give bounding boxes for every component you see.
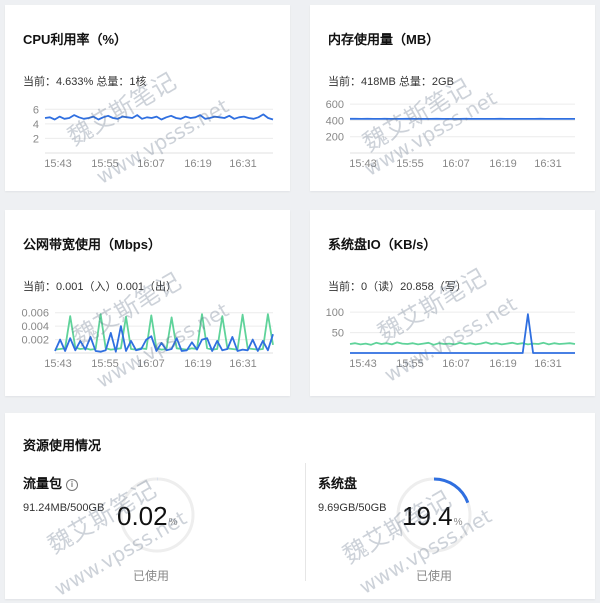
y-tick-label: 200 [326,132,344,144]
series-line [44,113,274,121]
x-tick-label: 16:19 [489,358,517,370]
traffic-used-label: 已使用 [133,569,170,583]
x-tick-label: 15:55 [91,358,119,370]
x-tick-label: 15:43 [44,158,72,170]
y-tick-label: 50 [332,328,344,340]
system-disk-usage: 9.69GB/50GB [318,502,387,514]
x-tick-label: 16:19 [489,158,517,170]
memory-usage-card: 内存使用量（MB） 当前：418MB 总量：2GB 600 400 200 15:43… [310,5,595,191]
x-tick-label: 16:07 [442,158,470,170]
bandwidth-usage-chart[interactable]: 0.0060.004 0.002 15:43 15:55 16:07 16:19 16:31 [5,210,290,396]
x-tick-label: 16:19 [184,158,212,170]
x-tick-label: 15:55 [91,158,119,170]
info-icon[interactable]: i [66,479,79,491]
y-tick-label: 600 [326,99,344,111]
cpu-usage-card: CPU利用率（%） 当前：4.633% 总量：1核 6 4 2 15:43 15:55 1… [5,5,290,191]
bandwidth-usage-card: 公网带宽使用（Mbps） 当前：0.001（入）0.001（出） 0.006 0.… [5,210,290,396]
x-tick-label: 16:31 [229,358,257,370]
x-tick-label: 16:19 [184,358,212,370]
y-tick-label: 0.006 [21,308,49,320]
x-tick-label: 15:43 [44,358,72,370]
traffic-package-block: 流量包 i 91.24MB/500GB [23,473,104,514]
y-tick-label: 400 [326,115,344,127]
disk-usage-value: 19.4% [402,501,463,531]
disk-io-card: 系统盘IO（KB/s） 当前：0（读）20.858（写） 100 50 15:43 1… [310,210,595,396]
system-disk-name: 系统盘 [318,476,358,491]
x-tick-label: 16:31 [534,358,562,370]
y-tick-label: 2 [33,133,39,145]
x-tick-label: 15:43 [349,358,377,370]
x-tick-label: 16:07 [137,158,165,170]
series-line [349,341,576,346]
traffic-package-usage: 91.24MB/500GB [23,502,105,514]
x-tick-label: 16:07 [137,358,165,370]
disk-io-chart[interactable]: 100 50 15:43 15:55 16:07 16:19 16:31 [310,210,595,396]
x-tick-label: 16:07 [442,358,470,370]
resource-usage-card: 资源使用情况 流量包 i 91.24MB/500GB 0.02% 已使用 系统盘 … [5,413,595,599]
series-line [350,313,575,354]
y-tick-label: 6 [33,104,39,116]
x-tick-label: 16:31 [229,158,257,170]
x-tick-label: 15:55 [396,158,424,170]
resource-usage-title: 资源使用情况 [23,438,102,453]
y-tick-label: 100 [326,307,344,319]
y-tick-label: 0.002 [21,335,49,347]
x-tick-label: 15:43 [349,158,377,170]
x-tick-label: 16:31 [534,158,562,170]
memory-usage-chart[interactable]: 600 400 200 15:43 15:55 16:07 16:19 16:31 [310,5,595,191]
y-tick-label: 4 [33,119,39,131]
disk-used-label: 已使用 [416,569,453,583]
y-tick-label: 0.004 [21,321,49,333]
system-disk-block: 系统盘 9.69GB/50GB [318,473,387,514]
cpu-usage-chart[interactable]: 6 4 2 15:43 15:55 16:07 16:19 16:31 [5,5,290,191]
x-tick-label: 15:55 [396,358,424,370]
traffic-package-name: 流量包 [23,476,63,491]
divider [305,463,306,581]
traffic-usage-value: 0.02% [117,501,178,531]
